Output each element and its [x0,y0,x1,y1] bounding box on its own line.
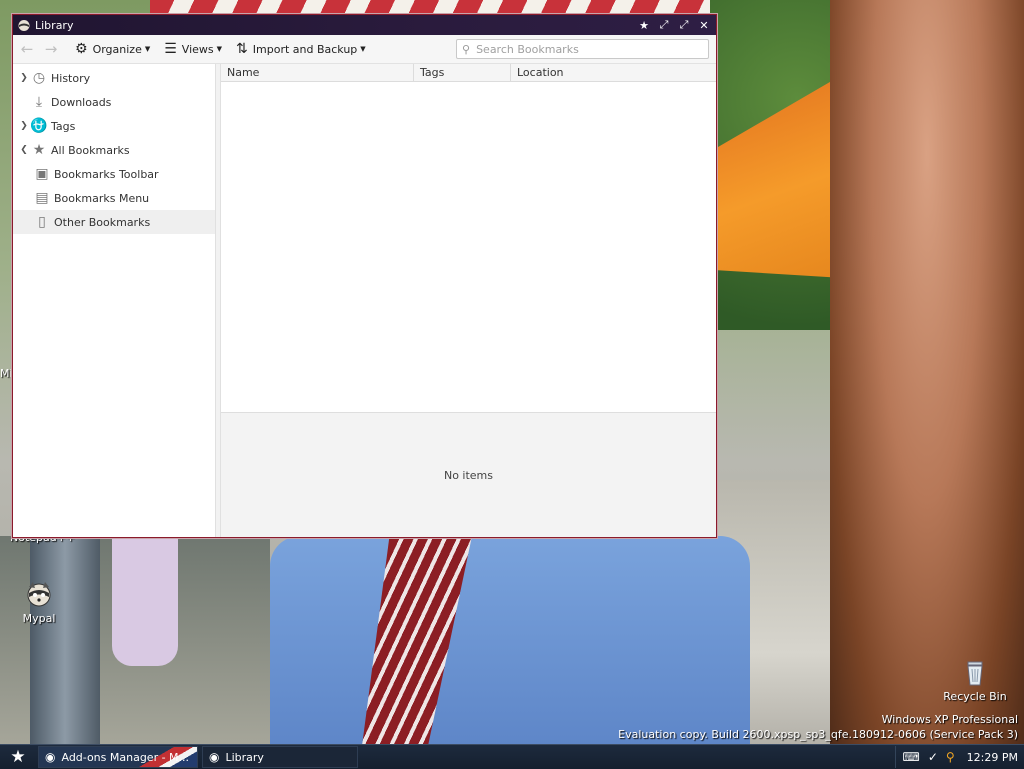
views-label: Views [181,42,214,56]
download-icon: ⤓ [35,94,43,110]
raccoon-icon: ◉ [45,750,56,764]
star-icon: ★ [32,142,46,158]
chevron-down-icon: ▼ [144,45,151,53]
sidebar-item-history[interactable]: ❯ ◷ History [13,66,215,90]
window-title: Library [35,18,74,32]
tag-icon: ⛎ [30,118,48,134]
chevron-down-icon: ▼ [360,45,366,53]
wallpaper-face [830,0,1024,768]
bookmarks-pane: Name Tags Location No items [221,64,716,537]
chevron-down-icon: ▼ [216,45,223,53]
taskbar-clock[interactable]: 12:29 PM [967,751,1018,764]
taskbar-button-addons-manager[interactable]: ◉ Add-ons Manager - M... [38,746,198,768]
sidebar-item-label: Bookmarks Toolbar [54,167,159,181]
menu-icon: ▤ [35,190,49,206]
star-start-icon: ★ [10,747,26,767]
gear-icon: ⚙ [75,41,88,57]
system-tray: ⌨ ✓ ⚲ 12:29 PM [895,746,1024,768]
maximize-button[interactable]: ⤢ [678,18,690,32]
list-icon: ☰ [164,41,177,57]
taskbar-button-library[interactable]: ◉ Library [202,746,358,768]
start-button[interactable]: ★ [0,747,36,767]
taskbar-button-label: Add-ons Manager - M... [61,750,190,764]
folder-icon: ▯ [38,214,46,230]
sidebar-item-bookmarks-toolbar[interactable]: ▣ Bookmarks Toolbar [13,162,215,186]
desktop-icon-label: Mypal [22,612,56,625]
import-export-icon: ⇅ [236,41,248,57]
raccoon-icon: ◉ [209,750,220,764]
library-window: Library ★ ⤢ ⤢ ✕ ← → ⚙ Organize ▼ ☰ Views… [12,14,717,538]
recycle-bin-icon [967,661,983,686]
sidebar-item-bookmarks-menu[interactable]: ▤ Bookmarks Menu [13,186,215,210]
places-sidebar: ❯ ◷ History ⤓ Downloads ❯ ⛎ Tags ❮ ★ All… [13,64,216,537]
import-backup-button[interactable]: ⇅ Import and Backup ▼ [236,41,366,57]
sidebar-item-label: Downloads [51,95,112,109]
clock-icon: ◷ [32,70,46,86]
organize-button[interactable]: ⚙ Organize ▼ [75,41,150,57]
watermark-line-2: Evaluation copy. Build 2600.xpsp_sp3_qfe… [618,728,1018,741]
desktop-icon-recycle-bin[interactable]: Recycle Bin [938,656,1012,703]
column-header-tags[interactable]: Tags [414,64,511,81]
search-box[interactable]: ⚲ [456,39,709,59]
sidebar-item-label: Other Bookmarks [54,215,151,229]
sidebar-item-label: Bookmarks Menu [54,191,150,205]
wallpaper-pole [30,536,100,746]
raccoon-icon [27,582,51,607]
chevron-down-icon[interactable]: ❮ [18,145,30,155]
sidebar-item-downloads[interactable]: ⤓ Downloads [13,90,215,114]
forward-arrow-icon[interactable]: → [41,40,61,58]
chevron-right-icon[interactable]: ❯ [18,121,30,131]
search-input[interactable] [474,41,699,57]
sidebar-item-tags[interactable]: ❯ ⛎ Tags [13,114,215,138]
minimize-button[interactable]: ⤢ [658,18,670,32]
window-titlebar[interactable]: Library ★ ⤢ ⤢ ✕ [13,15,716,35]
search-icon: ⚲ [462,42,471,56]
back-arrow-icon[interactable]: ← [17,40,37,58]
library-toolbar: ← → ⚙ Organize ▼ ☰ Views ▼ ⇅ Import and … [13,35,716,64]
views-button[interactable]: ☰ Views ▼ [164,41,222,57]
organize-label: Organize [92,42,142,56]
column-header-name[interactable]: Name [221,64,414,81]
chevron-right-icon[interactable]: ❯ [18,73,30,83]
close-button[interactable]: ✕ [698,19,710,32]
desktop-icon-mypal[interactable]: Mypal [4,578,74,625]
network-icon[interactable]: ✓ [928,750,938,764]
watermark-line-1: Windows XP Professional [881,713,1018,726]
taskbar: ★ ◉ Add-ons Manager - M... ◉ Library ⌨ ✓… [0,744,1024,769]
bookmarks-list[interactable] [221,82,716,413]
empty-state-text: No items [443,468,494,482]
raccoon-icon [18,20,30,31]
desktop-icon-label: Recycle Bin [943,690,1007,703]
details-pane: No items [221,413,716,537]
sidebar-item-label: All Bookmarks [51,143,130,157]
library-content: ❯ ◷ History ⤓ Downloads ❯ ⛎ Tags ❮ ★ All… [13,64,716,537]
os-watermark: Windows XP Professional Evaluation copy.… [618,712,1018,742]
import-backup-label: Import and Backup [252,42,358,56]
toolbar-icon: ▣ [35,166,49,182]
search-icon[interactable]: ⚲ [946,750,955,764]
sidebar-item-all-bookmarks[interactable]: ❮ ★ All Bookmarks [13,138,215,162]
pin-button[interactable]: ★ [638,19,650,32]
sidebar-item-label: Tags [51,119,76,133]
table-header: Name Tags Location [221,64,716,82]
sidebar-item-label: History [51,71,91,85]
keyboard-icon[interactable]: ⌨ [902,750,919,764]
taskbar-button-label: Library [225,750,264,764]
sidebar-item-other-bookmarks[interactable]: ▯ Other Bookmarks [13,210,215,234]
wallpaper-arm [112,536,178,666]
column-header-location[interactable]: Location [511,64,716,81]
